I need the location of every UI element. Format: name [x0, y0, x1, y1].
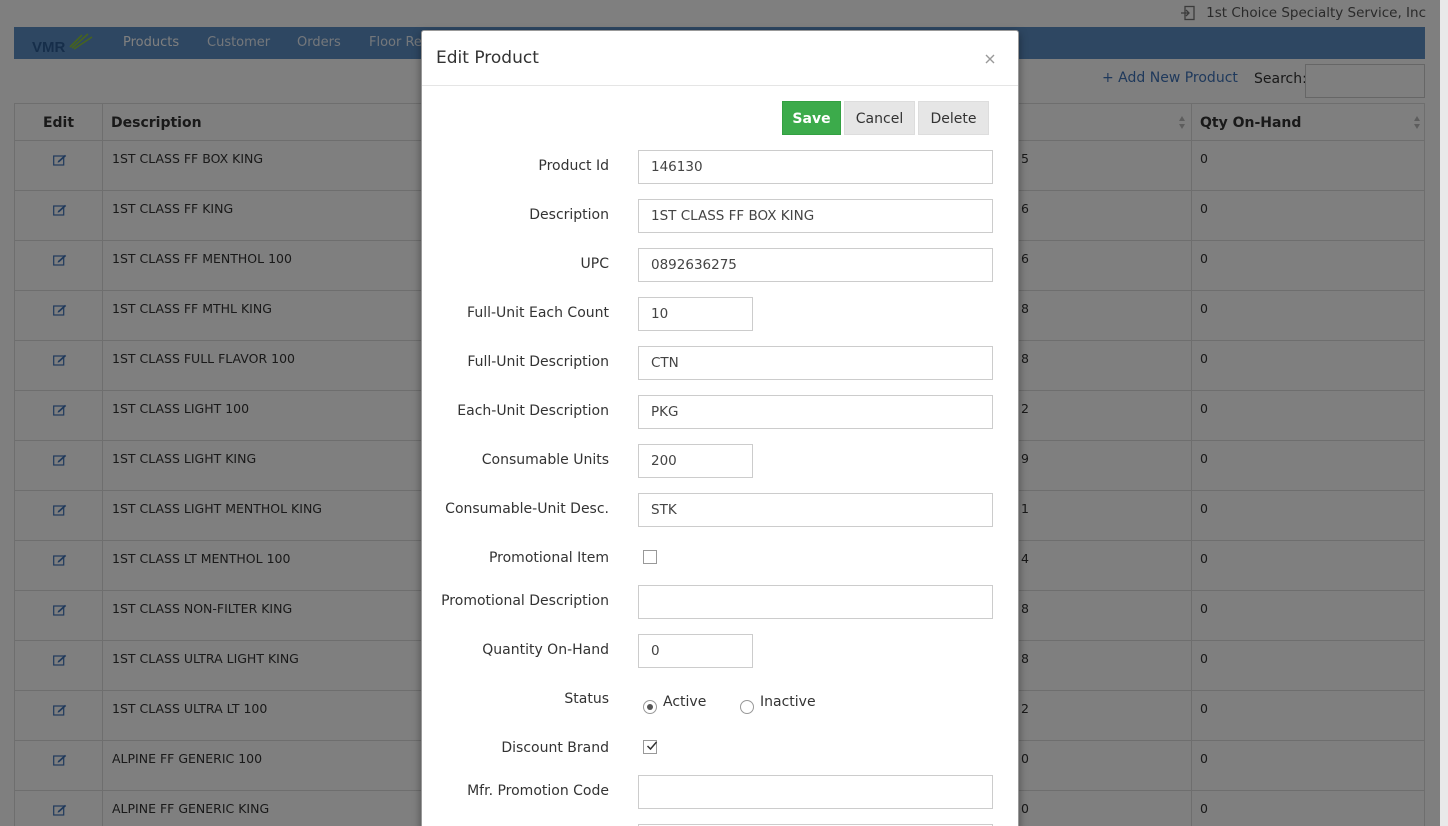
upc-label: UPC — [580, 256, 609, 272]
cancel-button[interactable]: Cancel — [844, 101, 915, 135]
product-id-label: Product Id — [538, 158, 609, 174]
promotional-description-label: Promotional Description — [441, 593, 609, 609]
close-icon[interactable] — [983, 51, 997, 65]
page-scrollbar[interactable] — [1440, 0, 1448, 826]
description-label: Description — [529, 207, 609, 223]
full-unit-description-label: Full-Unit Description — [467, 354, 609, 370]
field-promotional-item: Promotional Item — [422, 542, 1018, 576]
modal-title: Edit Product — [436, 48, 539, 68]
discount-brand-label: Discount Brand — [501, 740, 609, 756]
field-quantity-on-hand: Quantity On-Hand 0 — [422, 634, 1018, 668]
discount-brand-checkbox[interactable] — [643, 740, 658, 754]
field-each-unit-description: Each-Unit Description PKG — [422, 395, 1018, 429]
consumable-unit-desc-label: Consumable-Unit Desc. — [445, 501, 609, 517]
full-unit-each-count-input[interactable]: 10 — [638, 297, 753, 331]
modal-header: Edit Product — [422, 31, 1018, 86]
status-label: Status — [564, 691, 609, 707]
status-active-radio[interactable] — [643, 700, 657, 714]
save-button[interactable]: Save — [782, 101, 841, 135]
delete-button[interactable]: Delete — [918, 101, 989, 135]
field-status: Status Active Inactive — [422, 683, 1018, 717]
field-consumable-units: Consumable Units 200 — [422, 444, 1018, 478]
edit-product-modal: Edit Product Save Cancel Delete Product … — [421, 30, 1019, 826]
field-upc: UPC 0892636275 — [422, 248, 1018, 282]
field-product-id: Product Id 146130 — [422, 150, 1018, 184]
consumable-units-label: Consumable Units — [481, 452, 609, 468]
full-unit-description-input[interactable]: CTN — [638, 346, 993, 380]
field-consumable-unit-desc: Consumable-Unit Desc. STK — [422, 493, 1018, 527]
promotional-item-label: Promotional Item — [488, 550, 609, 566]
consumable-unit-desc-input[interactable]: STK — [638, 493, 993, 527]
each-unit-description-label: Each-Unit Description — [457, 403, 609, 419]
status-inactive-label[interactable]: Inactive — [760, 694, 816, 710]
promotional-item-checkbox[interactable] — [643, 550, 657, 564]
field-discount-brand: Discount Brand — [422, 732, 1018, 766]
mfr-promotion-code-input[interactable] — [638, 775, 993, 809]
field-mfr-promotion-code: Mfr. Promotion Code — [422, 775, 1018, 809]
field-full-unit-each-count: Full-Unit Each Count 10 — [422, 297, 1018, 331]
checkmark-icon — [646, 741, 658, 751]
promotional-description-input[interactable] — [638, 585, 993, 619]
status-inactive-radio[interactable] — [740, 700, 754, 714]
quantity-on-hand-input[interactable]: 0 — [638, 634, 753, 668]
field-description: Description 1ST CLASS FF BOX KING — [422, 199, 1018, 233]
upc-input[interactable]: 0892636275 — [638, 248, 993, 282]
mfr-promotion-code-label: Mfr. Promotion Code — [467, 783, 609, 799]
description-input[interactable]: 1ST CLASS FF BOX KING — [638, 199, 993, 233]
field-full-unit-description: Full-Unit Description CTN — [422, 346, 1018, 380]
full-unit-each-count-label: Full-Unit Each Count — [467, 305, 609, 321]
consumable-units-input[interactable]: 200 — [638, 444, 753, 478]
each-unit-description-input[interactable]: PKG — [638, 395, 993, 429]
product-id-input[interactable]: 146130 — [638, 150, 993, 184]
quantity-on-hand-label: Quantity On-Hand — [482, 642, 609, 658]
status-active-label[interactable]: Active — [663, 694, 706, 710]
field-promotional-description: Promotional Description — [422, 585, 1018, 619]
